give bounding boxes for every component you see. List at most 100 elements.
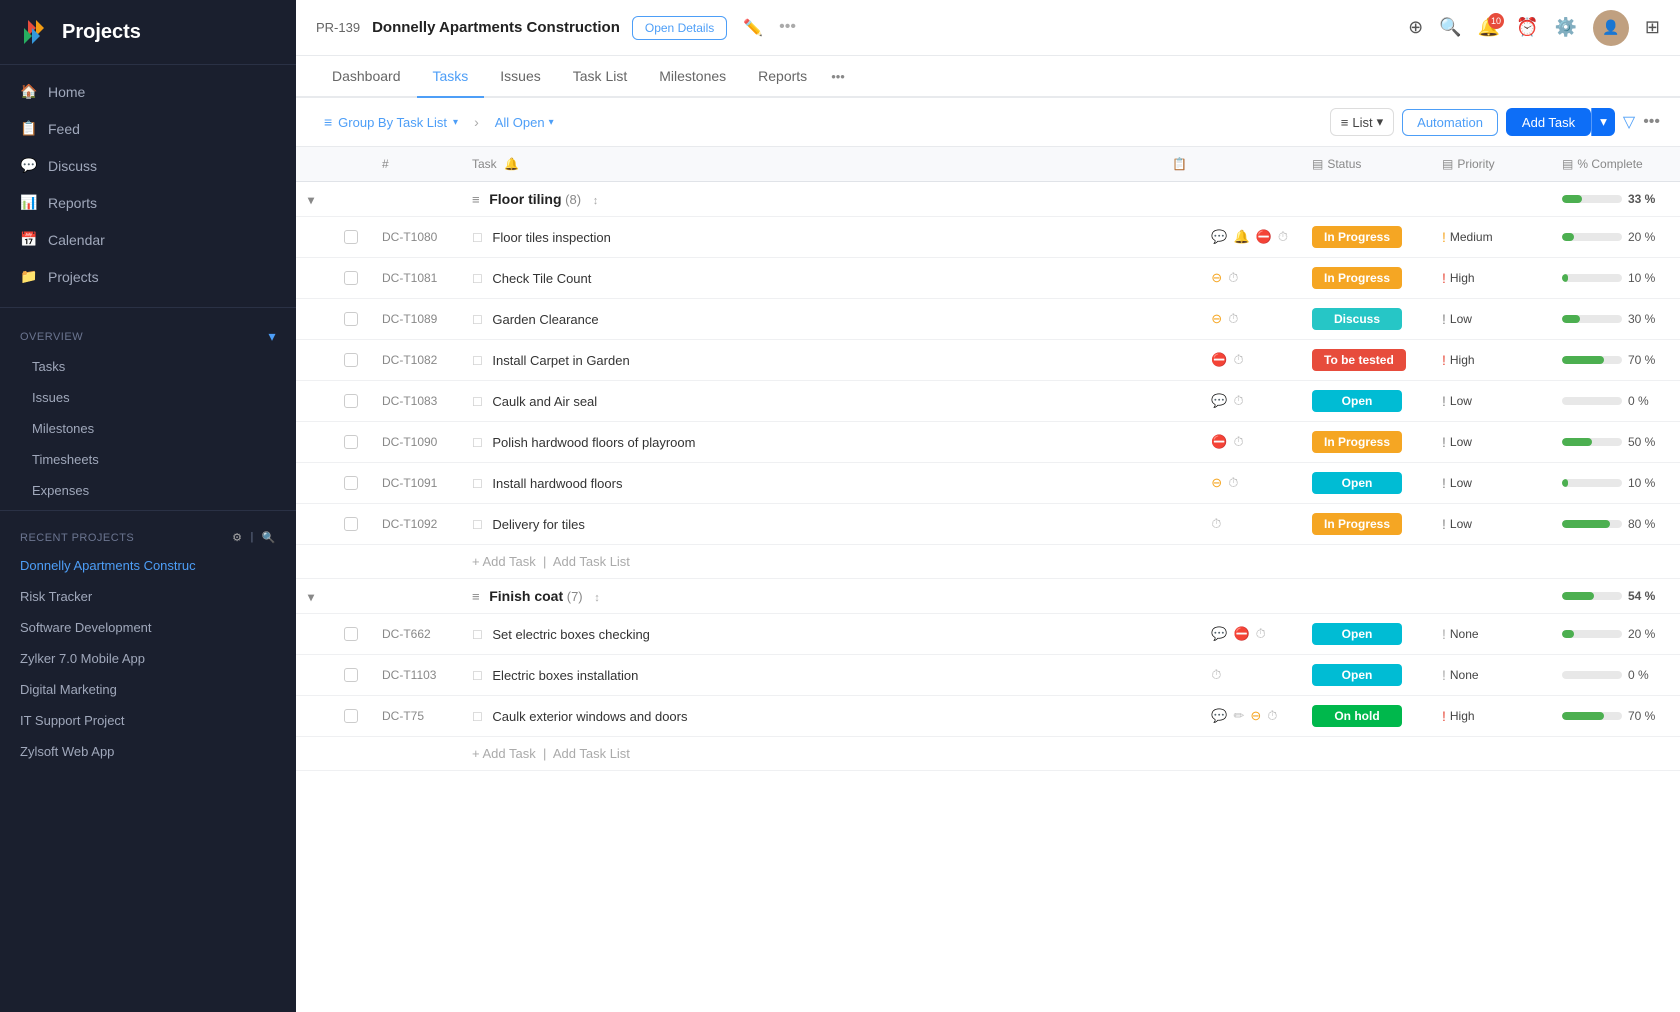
recent-project-zylker[interactable]: Zylker 7.0 Mobile App <box>0 643 296 674</box>
timer-icon[interactable]: ⏱ <box>1211 667 1221 683</box>
timer-icon[interactable]: ⏱ <box>1233 434 1243 450</box>
tab-more[interactable]: ••• <box>823 57 853 96</box>
status-badge-0-5[interactable]: In Progress <box>1312 431 1402 453</box>
pencil-icon[interactable]: ✏️ <box>739 14 767 42</box>
clock-icon[interactable]: ⏰ <box>1516 17 1538 38</box>
add-task-link-0[interactable]: + Add Task <box>472 554 536 569</box>
status-badge-0-0[interactable]: In Progress <box>1312 226 1402 248</box>
task-name-0-1[interactable]: Check Tile Count <box>492 271 591 286</box>
task-name-0-7[interactable]: Delivery for tiles <box>492 517 584 532</box>
bell-icon[interactable]: 🔔 <box>1233 229 1249 245</box>
stop-yellow-icon[interactable]: ⊖ <box>1211 311 1222 327</box>
task-name-1-1[interactable]: Electric boxes installation <box>492 668 638 683</box>
sidebar-item-issues[interactable]: Issues <box>0 382 296 413</box>
search-icon[interactable]: 🔍 <box>1439 17 1461 38</box>
row-checkbox-0-5[interactable] <box>344 435 358 449</box>
sidebar-item-milestones[interactable]: Milestones <box>0 413 296 444</box>
add-icon[interactable]: ⊕ <box>1408 17 1423 38</box>
row-checkbox-0-3[interactable] <box>344 353 358 367</box>
add-task-link-1[interactable]: + Add Task <box>472 746 536 761</box>
add-task-dropdown-button[interactable]: ▾ <box>1591 108 1615 136</box>
row-checkbox-0-1[interactable] <box>344 271 358 285</box>
group-sort-1[interactable]: ↕ <box>594 592 600 604</box>
row-checkbox-0-2[interactable] <box>344 312 358 326</box>
task-name-0-6[interactable]: Install hardwood floors <box>492 476 622 491</box>
sidebar-item-tasks[interactable]: Tasks <box>0 351 296 382</box>
all-open-button[interactable]: All Open ▾ <box>487 111 562 134</box>
comment-icon[interactable]: 💬 <box>1211 626 1227 642</box>
timer-icon[interactable]: ⏱ <box>1228 311 1238 327</box>
filter-projects-icon[interactable]: ⚙ <box>232 531 242 544</box>
list-view-button[interactable]: ≡ List ▾ <box>1330 108 1394 136</box>
status-badge-0-4[interactable]: Open <box>1312 390 1402 412</box>
task-name-0-5[interactable]: Polish hardwood floors of playroom <box>492 435 695 450</box>
comment-icon[interactable]: 💬 <box>1211 229 1227 245</box>
filter-icon[interactable]: ▽ <box>1623 112 1635 132</box>
recent-project-zylsoft[interactable]: Zylsoft Web App <box>0 736 296 767</box>
tab-tasks[interactable]: Tasks <box>417 56 485 98</box>
recent-project-software[interactable]: Software Development <box>0 612 296 643</box>
row-checkbox-0-7[interactable] <box>344 517 358 531</box>
stop-icon[interactable]: ⛔ <box>1211 434 1227 450</box>
user-avatar[interactable]: 👤 <box>1593 10 1629 46</box>
add-task-button[interactable]: Add Task <box>1506 108 1591 136</box>
timer-icon[interactable]: ⏱ <box>1211 516 1221 532</box>
row-checkbox-0-4[interactable] <box>344 394 358 408</box>
recent-project-it[interactable]: IT Support Project <box>0 705 296 736</box>
sidebar-item-home[interactable]: 🏠 Home <box>0 73 296 110</box>
status-badge-1-2[interactable]: On hold <box>1312 705 1402 727</box>
tab-issues[interactable]: Issues <box>484 56 556 98</box>
stop-icon[interactable]: ⛔ <box>1211 352 1227 368</box>
sidebar-item-calendar[interactable]: 📅 Calendar <box>0 221 296 258</box>
task-name-0-4[interactable]: Caulk and Air seal <box>492 394 597 409</box>
tab-task-list[interactable]: Task List <box>557 56 643 98</box>
stop-yellow-icon[interactable]: ⊖ <box>1211 270 1222 286</box>
status-badge-0-7[interactable]: In Progress <box>1312 513 1402 535</box>
timer-icon[interactable]: ⏱ <box>1233 393 1243 409</box>
toolbar-more-icon[interactable]: ••• <box>1643 113 1660 131</box>
comment-icon[interactable]: 💬 <box>1211 393 1227 409</box>
tab-dashboard[interactable]: Dashboard <box>316 56 417 98</box>
search-projects-icon[interactable]: 🔍 <box>262 531 276 544</box>
more-dots-icon[interactable]: ••• <box>775 14 800 42</box>
status-badge-0-1[interactable]: In Progress <box>1312 267 1402 289</box>
sidebar-item-timesheets[interactable]: Timesheets <box>0 444 296 475</box>
group-expand-0[interactable]: ▾ <box>296 182 332 217</box>
overview-collapse-icon[interactable]: ▾ <box>268 328 276 345</box>
comment-icon[interactable]: 💬 <box>1211 708 1227 724</box>
group-expand-1[interactable]: ▾ <box>296 579 332 614</box>
task-name-1-0[interactable]: Set electric boxes checking <box>492 627 650 642</box>
row-checkbox-1-0[interactable] <box>344 627 358 641</box>
tab-milestones[interactable]: Milestones <box>643 56 742 98</box>
sidebar-item-reports[interactable]: 📊 Reports <box>0 184 296 221</box>
timer-icon[interactable]: ⏱ <box>1256 626 1266 642</box>
sidebar-item-discuss[interactable]: 💬 Discuss <box>0 147 296 184</box>
task-name-0-0[interactable]: Floor tiles inspection <box>492 230 611 245</box>
sidebar-item-expenses[interactable]: Expenses <box>0 475 296 506</box>
row-checkbox-0-6[interactable] <box>344 476 358 490</box>
stop-icon[interactable]: ⛔ <box>1233 626 1249 642</box>
status-badge-0-6[interactable]: Open <box>1312 472 1402 494</box>
open-details-button[interactable]: Open Details <box>632 16 727 40</box>
sidebar-item-projects[interactable]: 📁 Projects <box>0 258 296 295</box>
task-name-1-2[interactable]: Caulk exterior windows and doors <box>492 709 687 724</box>
pencil-row-icon[interactable]: ✏ <box>1233 708 1244 724</box>
status-badge-0-2[interactable]: Discuss <box>1312 308 1402 330</box>
group-by-button[interactable]: ≡ Group By Task List ▾ <box>316 110 466 134</box>
row-checkbox-0-0[interactable] <box>344 230 358 244</box>
timer-icon[interactable]: ⏱ <box>1278 229 1288 245</box>
add-task-list-link-1[interactable]: Add Task List <box>553 746 630 761</box>
row-checkbox-1-1[interactable] <box>344 668 358 682</box>
timer-icon[interactable]: ⏱ <box>1233 352 1243 368</box>
stop-icon[interactable]: ⛔ <box>1256 229 1272 245</box>
stop-yellow-icon[interactable]: ⊖ <box>1250 708 1261 724</box>
sidebar-item-feed[interactable]: 📋 Feed <box>0 110 296 147</box>
recent-project-donnelly[interactable]: Donnelly Apartments Construc <box>0 550 296 581</box>
settings-icon[interactable]: ⚙️ <box>1554 17 1576 38</box>
tab-reports[interactable]: Reports <box>742 56 823 98</box>
stop-yellow-icon[interactable]: ⊖ <box>1211 475 1222 491</box>
status-badge-0-3[interactable]: To be tested <box>1312 349 1406 371</box>
recent-project-risk[interactable]: Risk Tracker <box>0 581 296 612</box>
timer-icon[interactable]: ⏱ <box>1267 708 1277 724</box>
timer-icon[interactable]: ⏱ <box>1228 475 1238 491</box>
